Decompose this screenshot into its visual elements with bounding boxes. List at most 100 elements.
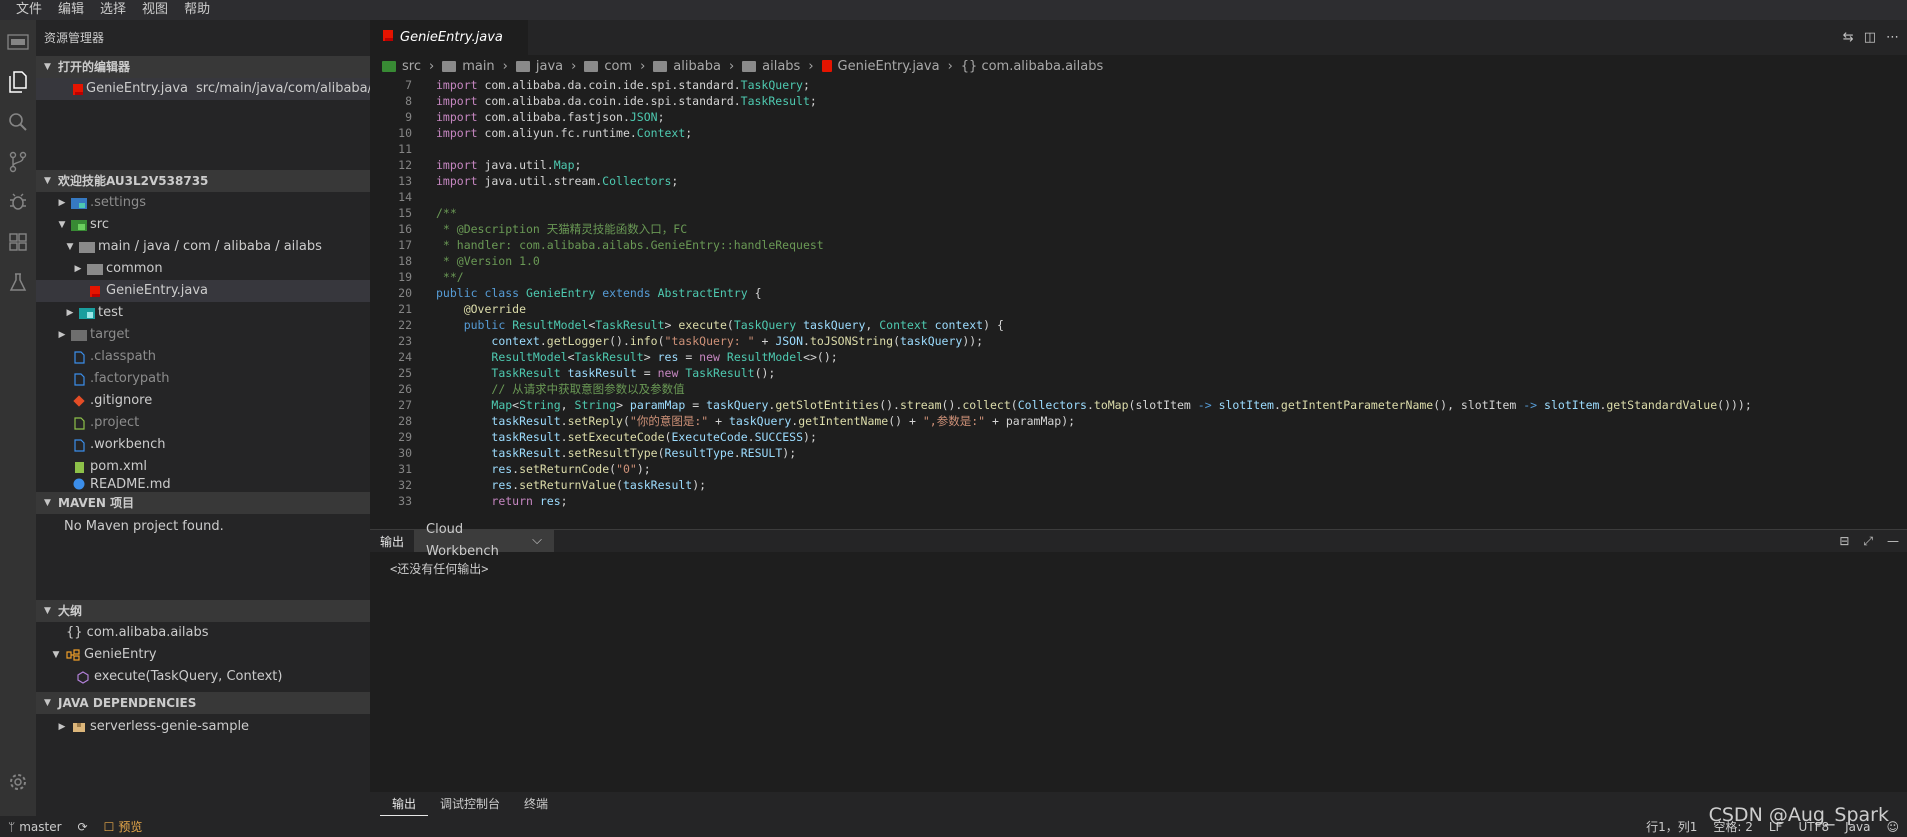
workspace-header[interactable]: ▼ 欢迎技能AU3L2V538735 [36,170,370,192]
breadcrumb-item[interactable]: {} com.alibaba.ailabs [961,59,1104,74]
dependency-label: serverless-genie-sample [90,719,250,734]
minimize-icon[interactable]: — [1887,534,1899,549]
tree-item-project[interactable]: .project [36,412,370,434]
class-icon [64,649,82,661]
explorer-icon[interactable] [2,66,34,98]
breadcrumb-item[interactable]: main [442,59,495,74]
method-icon [74,670,92,684]
code-line: 17 * handler: com.alibaba.ailabs.GenieEn… [370,237,1907,253]
breadcrumb-item[interactable]: java [515,58,564,74]
line-number: 15 [398,206,412,220]
branch-icon: ᛘ [8,819,16,834]
tree-item-factorypath[interactable]: .factorypath [36,368,370,390]
cursor-position[interactable]: 行1，列1 [1638,818,1705,835]
menu-selection[interactable]: 选择 [92,0,134,20]
tree-item-test[interactable]: ▶ test [36,302,370,324]
more-actions-icon[interactable]: ⋯ [1886,30,1899,45]
file-icon [70,372,88,386]
chevron-right-icon: › [571,58,577,74]
code-line: 7 import com.alibaba.da.coin.ide.spi.stan… [370,77,1907,93]
breadcrumb-item[interactable]: src [382,59,421,74]
breadcrumb-item[interactable]: GenieEntry.java [821,59,940,74]
tree-item-pom[interactable]: pom.xml [36,456,370,478]
line-number: 12 [398,158,412,172]
output-channel-select[interactable]: Cloud Workbench ⌵ [414,522,555,559]
line-number: 28 [398,414,412,428]
open-editor-item[interactable]: GenieEntry.java src/main/java/com/alibab… [36,78,370,100]
panel-tab-bar: 输出 调试控制台 终端 [370,792,1907,816]
file-icon [70,438,88,452]
lock-icon[interactable]: ⊟ [1839,534,1849,549]
debug-icon[interactable] [2,186,34,218]
tree-item-classpath[interactable]: .classpath [36,346,370,368]
tree-label: .gitignore [90,393,153,408]
code-line: 14 [370,189,1907,205]
code-line: 12 import java.util.Map; [370,157,1907,173]
test-flask-icon[interactable] [2,266,34,298]
settings-gear-icon[interactable] [2,766,34,798]
workspace-label: 欢迎技能AU3L2V538735 [58,174,209,188]
maximize-icon[interactable]: ⤢ [1863,534,1873,549]
folder-icon [653,60,668,72]
git-branch[interactable]: ᛘ master [0,820,70,834]
menu-view[interactable]: 视图 [134,0,176,20]
code-line: 22 public ResultModel<TaskResult> execut… [370,317,1907,333]
split-editor-icon[interactable]: ◫ [1864,30,1876,45]
tab-output[interactable]: 输出 [380,792,429,816]
tree-item-workbench[interactable]: .workbench [36,434,370,456]
compare-icon[interactable]: ⇆ [1843,30,1854,45]
chevron-down-icon: ▼ [44,498,51,508]
java-dependencies-header[interactable]: ▼ JAVA DEPENDENCIES [36,692,370,714]
sync-icon[interactable]: ⟳ [70,820,96,834]
tab-terminal[interactable]: 终端 [512,792,560,816]
tree-item-target[interactable]: ▶ target [36,324,370,346]
java-file-icon [821,60,832,72]
chevron-down-icon: ▼ [44,62,51,72]
outline-item-class[interactable]: ▼ GenieEntry [36,644,370,666]
code-line: 28 taskResult.setReply("你的意图是:" + taskQu… [370,413,1907,429]
tree-item-genieentry[interactable]: GenieEntry.java [36,280,370,302]
line-number: 27 [398,398,412,412]
menu-help[interactable]: 帮助 [176,0,218,20]
tree-item-settings[interactable]: ▶ .settings [36,192,370,214]
tree-item-gitignore[interactable]: .gitignore [36,390,370,412]
tree-item-src[interactable]: ▼ src [36,214,370,236]
line-number: 10 [398,126,412,140]
outline-item-package[interactable]: {} com.alibaba.ailabs [36,622,370,644]
folder-icon [70,329,88,341]
tree-item-readme[interactable]: README.md [36,478,370,492]
test-folder-icon [78,307,96,319]
ide-logo-icon[interactable] [2,26,34,58]
dependency-item[interactable]: ▶ serverless-genie-sample [36,714,370,740]
tab-debug-console[interactable]: 调试控制台 [428,792,512,816]
breadcrumb-label: java [535,58,564,74]
menu-edit[interactable]: 编辑 [50,0,92,20]
breadcrumb-item[interactable]: ailabs [742,59,800,74]
open-editors-header[interactable]: ▼ 打开的编辑器 [36,56,370,78]
search-icon[interactable] [2,106,34,138]
source-control-icon[interactable] [2,146,34,178]
package-icon [70,721,88,733]
menu-file[interactable]: 文件 [8,0,50,20]
line-number: 13 [398,174,412,188]
breadcrumb-item[interactable]: com [584,59,632,74]
breadcrumb-item[interactable]: alibaba [653,59,721,74]
maven-header[interactable]: ▼ MAVEN 项目 [36,492,370,514]
tree-item-package[interactable]: ▼ main / java / com / alibaba / ailabs [36,236,370,258]
extensions-icon[interactable] [2,226,34,258]
java-file-icon [72,83,84,96]
java-file-icon [86,285,104,298]
src-folder-icon [382,60,396,72]
folder-open-icon [78,241,96,253]
tab-genieentry[interactable]: GenieEntry.java [370,20,528,55]
code-editor[interactable]: 7 import com.alibaba.da.coin.ide.spi.stan… [370,77,1907,529]
code-line: 18 * @Version 1.0 [370,253,1907,269]
preview-label: 预览 [118,820,143,834]
outline-item-method[interactable]: execute(TaskQuery, Context) [36,666,370,688]
preview-button[interactable]: ☐ 预览 [96,818,151,835]
tree-label: pom.xml [90,459,147,474]
code-line: 33 return res; [370,493,1907,509]
chevron-right-icon: › [502,58,508,74]
tree-item-common[interactable]: ▶ common [36,258,370,280]
outline-header[interactable]: ▼ 大纲 [36,600,370,622]
